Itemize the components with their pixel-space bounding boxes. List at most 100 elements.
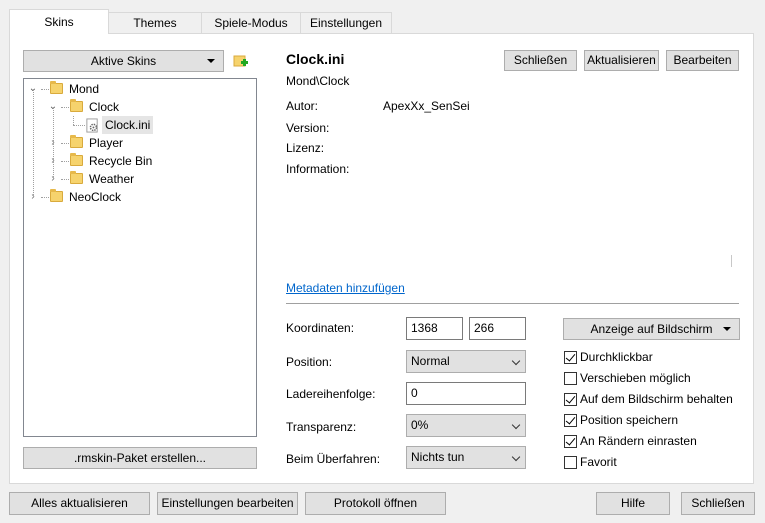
hover-value: Nichts tun <box>411 450 465 464</box>
tab-spiele-modus[interactable]: Spiele-Modus <box>201 12 301 33</box>
tree-label: Weather <box>89 172 135 186</box>
tree-line <box>73 125 85 126</box>
folder-icon <box>70 99 83 112</box>
version-label: Version: <box>286 121 330 135</box>
save-position-label: Position speichern <box>580 413 679 427</box>
hover-label: Beim Überfahren: <box>286 452 381 466</box>
tree-line <box>61 179 69 180</box>
transparency-value: 0% <box>411 418 429 432</box>
create-rmskin-button[interactable]: .rmskin-Paket erstellen... <box>23 447 257 469</box>
tab-themes[interactable]: Themes <box>108 12 202 33</box>
skins-tree[interactable]: ⌄ Mond ⌄ Clock Clock.ini › Player › Recy… <box>23 78 257 437</box>
folder-icon <box>50 189 63 202</box>
save-position-checkbox[interactable] <box>564 414 577 427</box>
tree-label: NeoClock <box>69 190 122 204</box>
coordinates-label: Koordinaten: <box>286 321 355 335</box>
ini-file-icon <box>86 118 98 133</box>
add-folder-icon[interactable] <box>233 53 249 69</box>
tree-line <box>73 116 74 125</box>
coordinate-x-input[interactable]: 1368 <box>406 317 463 340</box>
chevron-down-icon <box>511 452 521 462</box>
chevron-down-icon <box>511 356 521 366</box>
coordinate-y-value: 266 <box>474 321 495 335</box>
hover-select[interactable]: Nichts tun <box>406 446 526 469</box>
tree-label: Mond <box>69 82 100 96</box>
author-value: ApexXx_SenSei <box>383 99 470 113</box>
tree-line <box>61 143 69 144</box>
refresh-skin-label: Aktualisieren <box>587 53 656 67</box>
refresh-all-button[interactable]: Alles aktualisieren <box>9 492 150 515</box>
transparency-select[interactable]: 0% <box>406 414 526 437</box>
display-monitor-dropdown[interactable]: Anzeige auf Bildschirm <box>563 318 740 340</box>
resize-caret <box>731 255 732 267</box>
favorite-label: Favorit <box>580 455 617 469</box>
open-log-button[interactable]: Protokoll öffnen <box>305 492 446 515</box>
edit-skin-label: Bearbeiten <box>673 53 732 67</box>
skin-path: Mond\Clock <box>286 74 350 88</box>
open-log-label: Protokoll öffnen <box>333 496 418 510</box>
dropdown-arrow-icon <box>723 327 731 331</box>
tab-skins-label: Skins <box>44 15 74 29</box>
close-skin-button[interactable]: Schließen <box>504 50 577 71</box>
information-label: Information: <box>286 162 350 176</box>
dropdown-arrow-icon <box>207 59 215 63</box>
tree-line <box>41 89 49 90</box>
snap-to-edges-label: An Rändern einrasten <box>580 434 697 448</box>
position-select[interactable]: Normal <box>406 350 526 373</box>
draggable-label: Verschieben möglich <box>580 371 691 385</box>
close-window-label: Schließen <box>691 496 745 510</box>
tree-line <box>61 107 69 108</box>
snap-to-edges-checkbox[interactable] <box>564 435 577 448</box>
tree-line <box>33 89 34 197</box>
skin-title: Clock.ini <box>286 51 345 67</box>
display-monitor-label: Anzeige auf Bildschirm <box>590 322 713 336</box>
author-label: Autor: <box>286 99 319 113</box>
chevron-down-icon <box>511 420 521 430</box>
favorite-checkbox[interactable] <box>564 456 577 469</box>
tree-label: Clock <box>89 100 120 114</box>
folder-icon <box>50 81 63 94</box>
close-skin-label: Schließen <box>513 53 568 67</box>
tab-skins[interactable]: Skins <box>9 9 109 34</box>
folder-icon <box>70 153 83 166</box>
add-metadata-link[interactable]: Metadaten hinzufügen <box>286 281 405 295</box>
keep-on-screen-checkbox[interactable] <box>564 393 577 406</box>
clickthrough-checkbox[interactable] <box>564 351 577 364</box>
refresh-all-label: Alles aktualisieren <box>31 496 128 510</box>
transparency-label: Transparenz: <box>286 420 357 434</box>
position-label: Position: <box>286 355 333 369</box>
load-order-value: 0 <box>411 386 418 400</box>
tree-label: Recycle Bin <box>89 154 153 168</box>
help-label: Hilfe <box>620 496 645 510</box>
tab-einstellungen-label: Einstellungen <box>309 16 383 30</box>
position-value: Normal <box>411 354 450 368</box>
load-order-input[interactable]: 0 <box>406 382 526 405</box>
separator <box>286 303 739 304</box>
license-label: Lizenz: <box>286 141 325 155</box>
coordinate-y-input[interactable]: 266 <box>469 317 526 340</box>
clickthrough-label: Durchklickbar <box>580 350 653 364</box>
create-rmskin-label: .rmskin-Paket erstellen... <box>73 451 207 465</box>
refresh-skin-button[interactable]: Aktualisieren <box>584 50 659 71</box>
tab-themes-label: Themes <box>133 16 177 30</box>
help-button[interactable]: Hilfe <box>596 492 670 515</box>
tab-einstellungen[interactable]: Einstellungen <box>300 12 392 33</box>
tree-label: Player <box>89 136 124 150</box>
tab-spiele-modus-label: Spiele-Modus <box>214 16 288 30</box>
edit-settings-button[interactable]: Einstellungen bearbeiten <box>157 492 298 515</box>
folder-icon <box>70 135 83 148</box>
edit-skin-button[interactable]: Bearbeiten <box>666 50 739 71</box>
active-skins-label: Aktive Skins <box>90 54 157 68</box>
tree-line <box>41 197 49 198</box>
folder-icon <box>70 171 83 184</box>
edit-settings-label: Einstellungen bearbeiten <box>161 496 294 510</box>
load-order-label: Ladereihenfolge: <box>286 387 376 401</box>
close-window-button[interactable]: Schließen <box>681 492 755 515</box>
draggable-checkbox[interactable] <box>564 372 577 385</box>
tree-label: Clock.ini <box>102 116 154 134</box>
keep-on-screen-label: Auf dem Bildschirm behalten <box>580 392 733 406</box>
tree-line <box>61 161 69 162</box>
coordinate-x-value: 1368 <box>411 321 438 335</box>
active-skins-dropdown[interactable]: Aktive Skins <box>23 50 224 72</box>
tree-line <box>53 107 54 179</box>
